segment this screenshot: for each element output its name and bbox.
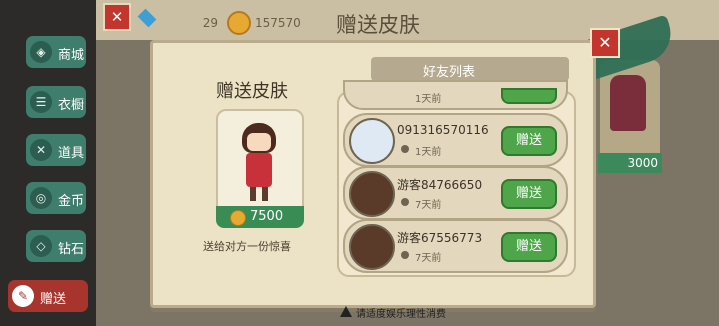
sidebar-item-gift[interactable]: ✎ 赠送 [8,280,88,312]
friend-row: 091316570116 1天前 赠送 [343,113,568,167]
sidebar-item-shop[interactable]: ◈ 商城 [26,36,86,68]
sidebar-label: 道具 [58,146,85,161]
friend-time: 1天前 [415,94,442,105]
friend-row: 游客67556773 7天前 赠送 [343,219,568,273]
close-button[interactable]: ✕ [590,28,620,58]
gift-button[interactable]: 赠送 [501,126,557,156]
wardrobe-icon: ☰ [30,91,52,113]
coin-icon [227,11,251,35]
sidebar-label: 赠送 [40,292,67,307]
sidebar-label: 商城 [58,48,85,63]
gift-icon: ✎ [12,285,34,307]
friend-row: 游客84766650 7天前 赠送 [343,166,568,220]
page-title: 赠送皮肤 [336,13,420,37]
sidebar-item-wardrobe[interactable]: ☰ 衣橱 [26,86,86,118]
skin-price: 7500 [250,209,284,224]
coin-count: 157570 [255,16,301,30]
clock-icon [401,145,409,153]
coin-icon: ◎ [30,187,52,209]
sidebar-item-coins[interactable]: ◎ 金币 [26,182,86,214]
sidebar-label: 钻石 [58,242,85,257]
coin-icon [230,210,246,226]
sidebar-item-items[interactable]: ✕ 道具 [26,134,86,166]
friend-time: 7天前 [415,200,442,211]
avatar [349,224,395,270]
avatar [349,118,395,164]
friend-time: 7天前 [415,253,442,264]
diamond-icon: ◇ [30,235,52,257]
friend-name: 091316570116 [397,123,489,137]
top-close-button[interactable]: ✕ [103,3,131,31]
character-portrait [236,123,282,209]
background-character [610,75,646,131]
gift-button[interactable]: 赠送 [501,232,557,262]
friend-row: 1天前 [343,80,568,110]
shop-icon: ◈ [30,41,52,63]
footer-notice: 请适度娱乐理性消费 [356,309,446,320]
dialog-title: 赠送皮肤 [216,81,288,102]
gift-button[interactable] [501,88,557,104]
sidebar-item-diamonds[interactable]: ◇ 钻石 [26,230,86,262]
sidebar-label: 衣橱 [58,98,85,113]
gift-button[interactable]: 赠送 [501,179,557,209]
friend-name: 游客67556773 [397,231,483,245]
clock-icon [401,251,409,259]
background-price: 3000 [598,153,662,173]
friend-time: 1天前 [415,147,442,158]
friend-name: 游客84766650 [397,178,483,192]
gem-count: 29 [202,16,218,30]
item-icon: ✕ [30,139,52,161]
warning-icon [340,306,352,317]
avatar [349,171,395,217]
close-icon: ✕ [598,33,612,52]
friend-list-title: 好友列表 [423,65,476,80]
gift-note: 送给对方一份惊喜 [203,240,291,253]
sidebar-label: 金币 [58,194,85,209]
clock-icon [401,198,409,206]
